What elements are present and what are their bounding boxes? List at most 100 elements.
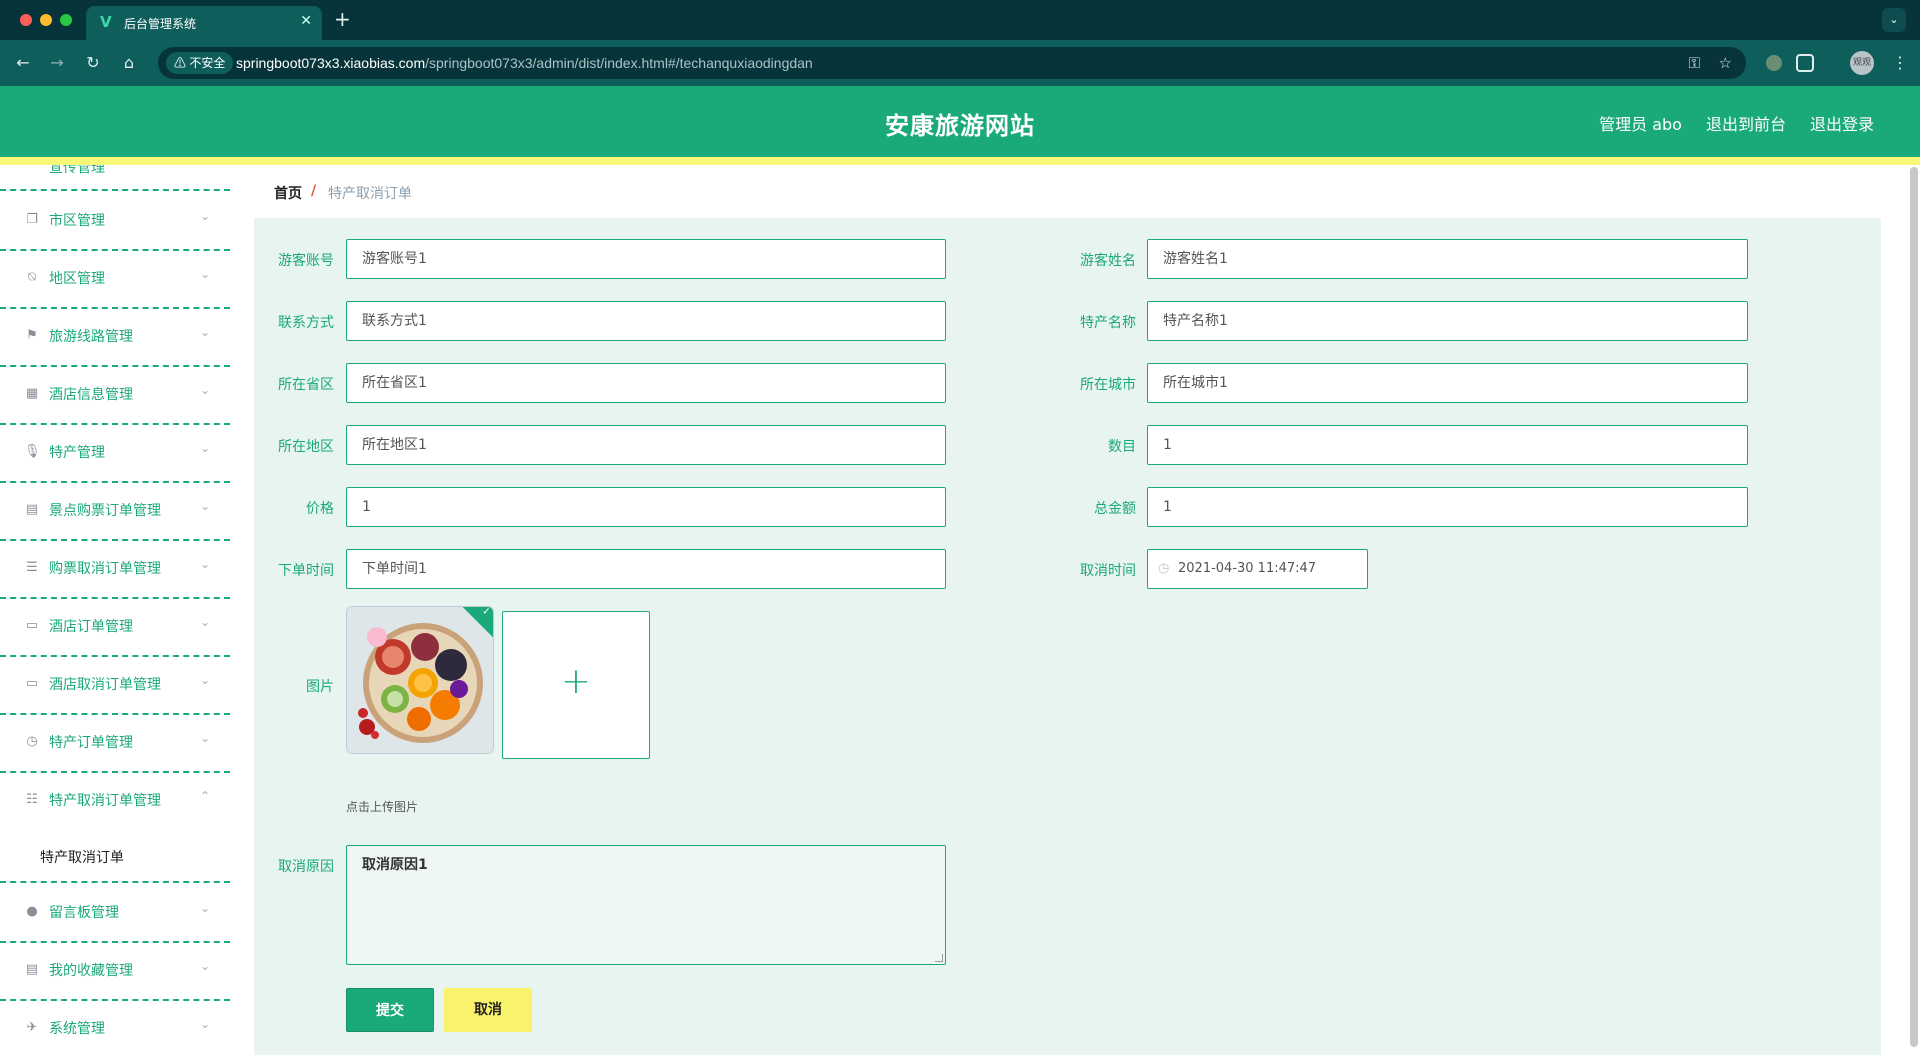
reload-icon[interactable]: ↻ xyxy=(82,52,104,74)
kebab-menu-icon[interactable]: ⋮ xyxy=(1892,52,1908,74)
uploaded-image-thumbnail[interactable] xyxy=(346,606,494,754)
app-header: 安康旅游网站 管理员 abo 退出到前台 退出登录 xyxy=(0,86,1920,157)
extension-icon[interactable] xyxy=(1762,51,1786,75)
new-tab-icon[interactable]: + xyxy=(334,8,351,30)
label-suozai-diqu: 所在地区 xyxy=(278,439,334,455)
url-path: /springboot073x3/admin/dist/index.html#/… xyxy=(425,55,813,71)
page-scrollbar[interactable] xyxy=(1908,165,1920,1055)
clock-icon: ◷ xyxy=(1158,561,1170,576)
sidebar-item-label: 市区管理 xyxy=(49,213,105,229)
chevron-down-icon: ⌄ xyxy=(199,1017,210,1031)
chevron-down-icon: ⌄ xyxy=(199,383,210,397)
sidebar-item-goupiao-quxiao[interactable]: ☰ 购票取消订单管理 ⌄ xyxy=(0,541,230,599)
chevron-down-icon: ⌄ xyxy=(199,325,210,339)
chevron-down-icon: ⌄ xyxy=(199,557,210,571)
suozai-diqu-input[interactable]: 所在地区1 xyxy=(346,425,946,465)
sidebar-item-label: 景点购票订单管理 xyxy=(49,503,161,519)
chevron-down-icon: ⌄ xyxy=(199,267,210,281)
browser-toolbar: ← → ↻ ⌂ ⚠ 不安全 springboot073x3.xiaobias.c… xyxy=(0,40,1920,86)
label-suozai-shengqu: 所在省区 xyxy=(278,377,334,393)
balloon-icon: ● xyxy=(26,904,38,919)
youke-zhanghao-input[interactable]: 游客账号1 xyxy=(346,239,946,279)
label-techan-mingcheng: 特产名称 xyxy=(1080,315,1136,331)
sidebar-item-label: 特产订单管理 xyxy=(49,735,133,751)
suozai-shengqu-input[interactable]: 所在省区1 xyxy=(346,363,946,403)
label-quxiao-yuanyin: 取消原因 xyxy=(278,859,334,875)
copy-icon: ❐ xyxy=(26,212,38,227)
key-icon[interactable]: ⚿ xyxy=(1689,54,1700,72)
resize-handle-icon[interactable] xyxy=(935,954,943,962)
chevron-down-icon[interactable]: ⌄ xyxy=(1882,8,1906,32)
quxiao-yuanyin-textarea[interactable]: 取消原因1 xyxy=(346,845,946,965)
sidebar-item-jiudian-quxiao[interactable]: ▭ 酒店取消订单管理 ⌄ xyxy=(0,657,230,715)
address-bar[interactable]: ⚠ 不安全 springboot073x3.xiaobias.com/sprin… xyxy=(158,47,1746,79)
upload-image-button[interactable]: + xyxy=(502,611,650,759)
label-lianxi-fangshi: 联系方式 xyxy=(278,315,334,331)
scrollbar-thumb[interactable] xyxy=(1910,167,1918,1047)
clipboard-icon: ▤ xyxy=(25,962,39,977)
sidebar-item-partial[interactable]: 宣传管理 xyxy=(0,165,230,191)
forward-arrow-icon[interactable]: → xyxy=(46,52,68,74)
cancel-button[interactable]: 取消 xyxy=(444,988,532,1032)
puzzle-icon[interactable] xyxy=(1796,54,1814,72)
sidebar-item-techan-dingdan[interactable]: ◷ 特产订单管理 ⌄ xyxy=(0,715,230,773)
jiage-input[interactable]: 1 xyxy=(346,487,946,527)
security-badge[interactable]: ⚠ 不安全 xyxy=(166,52,234,74)
sidebar-subitem-techan-quxiao-dingdan[interactable]: 特产取消订单 xyxy=(0,831,230,883)
list-icon: ☰ xyxy=(26,560,38,575)
sidebar-item-label: 酒店取消订单管理 xyxy=(49,677,161,693)
ticket-icon: ✈ xyxy=(26,1020,38,1035)
chevron-down-icon: ⌄ xyxy=(199,441,210,455)
minimize-window-button[interactable] xyxy=(40,14,52,26)
sidebar-item-jingdian-dingdan[interactable]: ▤ 景点购票订单管理 ⌄ xyxy=(0,483,230,541)
youke-xingming-input[interactable]: 游客姓名1 xyxy=(1147,239,1748,279)
clock-icon: ◷ xyxy=(26,734,38,749)
label-jiage: 价格 xyxy=(306,501,334,517)
xiadan-shijian-input[interactable]: 下单时间1 xyxy=(346,549,946,589)
back-arrow-icon[interactable]: ← xyxy=(12,52,34,74)
label-youke-xingming: 游客姓名 xyxy=(1080,253,1136,269)
close-window-button[interactable] xyxy=(20,14,32,26)
sidebar: 宣传管理 ❐ 市区管理 ⌄ ⍉ 地区管理 ⌄ ⚑ 旅游线路管理 ⌄ ▦ 酒店信息… xyxy=(0,165,230,1055)
techan-mingcheng-input[interactable]: 特产名称1 xyxy=(1147,301,1748,341)
submit-button[interactable]: 提交 xyxy=(346,988,434,1032)
sidebar-item-shoucang[interactable]: ▤ 我的收藏管理 ⌄ xyxy=(0,943,230,1001)
sidebar-item-xianlu[interactable]: ⚑ 旅游线路管理 ⌄ xyxy=(0,309,230,367)
label-youke-zhanghao: 游客账号 xyxy=(278,253,334,269)
label-quxiao-shijian: 取消时间 xyxy=(1080,563,1136,579)
sliders-icon: ☷ xyxy=(26,792,38,807)
grid-icon: ▦ xyxy=(25,386,39,401)
lianxi-fangshi-input[interactable]: 联系方式1 xyxy=(346,301,946,341)
sidebar-item-liuyanban[interactable]: ● 留言板管理 ⌄ xyxy=(0,885,230,943)
avatar[interactable]: 观观 xyxy=(1850,51,1874,75)
sidebar-subitem-label: 特产取消订单 xyxy=(40,850,124,866)
logout-link[interactable]: 退出登录 xyxy=(1810,111,1874,135)
chevron-down-icon: ⌄ xyxy=(199,673,210,687)
breadcrumb-home[interactable]: 首页 xyxy=(274,183,302,203)
maximize-window-button[interactable] xyxy=(60,14,72,26)
sidebar-item-diqu[interactable]: ⍉ 地区管理 ⌄ xyxy=(0,251,230,309)
suozai-chengshi-input[interactable]: 所在城市1 xyxy=(1147,363,1748,403)
sidebar-item-shiqu[interactable]: ❐ 市区管理 ⌄ xyxy=(0,193,230,251)
sidebar-item-xitong[interactable]: ✈ 系统管理 ⌄ xyxy=(0,1001,230,1055)
sidebar-item-techan[interactable]: 🎙 特产管理 ⌄ xyxy=(0,425,230,483)
zongjine-input[interactable]: 1 xyxy=(1147,487,1748,527)
shumu-input[interactable]: 1 xyxy=(1147,425,1748,465)
sidebar-item-label: 我的收藏管理 xyxy=(49,963,133,979)
flag-icon: ⚑ xyxy=(26,328,38,343)
browser-tab[interactable]: V 后台管理系统 ✕ xyxy=(86,6,322,40)
chevron-down-icon: ⌄ xyxy=(199,901,210,915)
sidebar-item-label: 系统管理 xyxy=(49,1021,105,1037)
sidebar-item-techan-quxiao[interactable]: ☷ 特产取消订单管理 ⌃ xyxy=(0,773,230,831)
url-text: springboot073x3.xiaobias.com/springboot0… xyxy=(236,55,813,71)
home-icon[interactable]: ⌂ xyxy=(118,52,140,74)
star-icon[interactable]: ☆ xyxy=(1719,54,1732,72)
sidebar-item-label: 购票取消订单管理 xyxy=(49,561,161,577)
quxiao-shijian-datepicker[interactable]: ◷ 2021-04-30 11:47:47 xyxy=(1147,549,1368,589)
close-icon[interactable]: ✕ xyxy=(300,13,312,29)
header-accent-strip xyxy=(0,157,1920,165)
back-to-front-link[interactable]: 退出到前台 xyxy=(1706,111,1786,135)
sidebar-item-jiudian-xinxi[interactable]: ▦ 酒店信息管理 ⌄ xyxy=(0,367,230,425)
sidebar-item-jiudian-dingdan[interactable]: ▭ 酒店订单管理 ⌄ xyxy=(0,599,230,657)
clipboard-icon: ▤ xyxy=(25,502,39,517)
